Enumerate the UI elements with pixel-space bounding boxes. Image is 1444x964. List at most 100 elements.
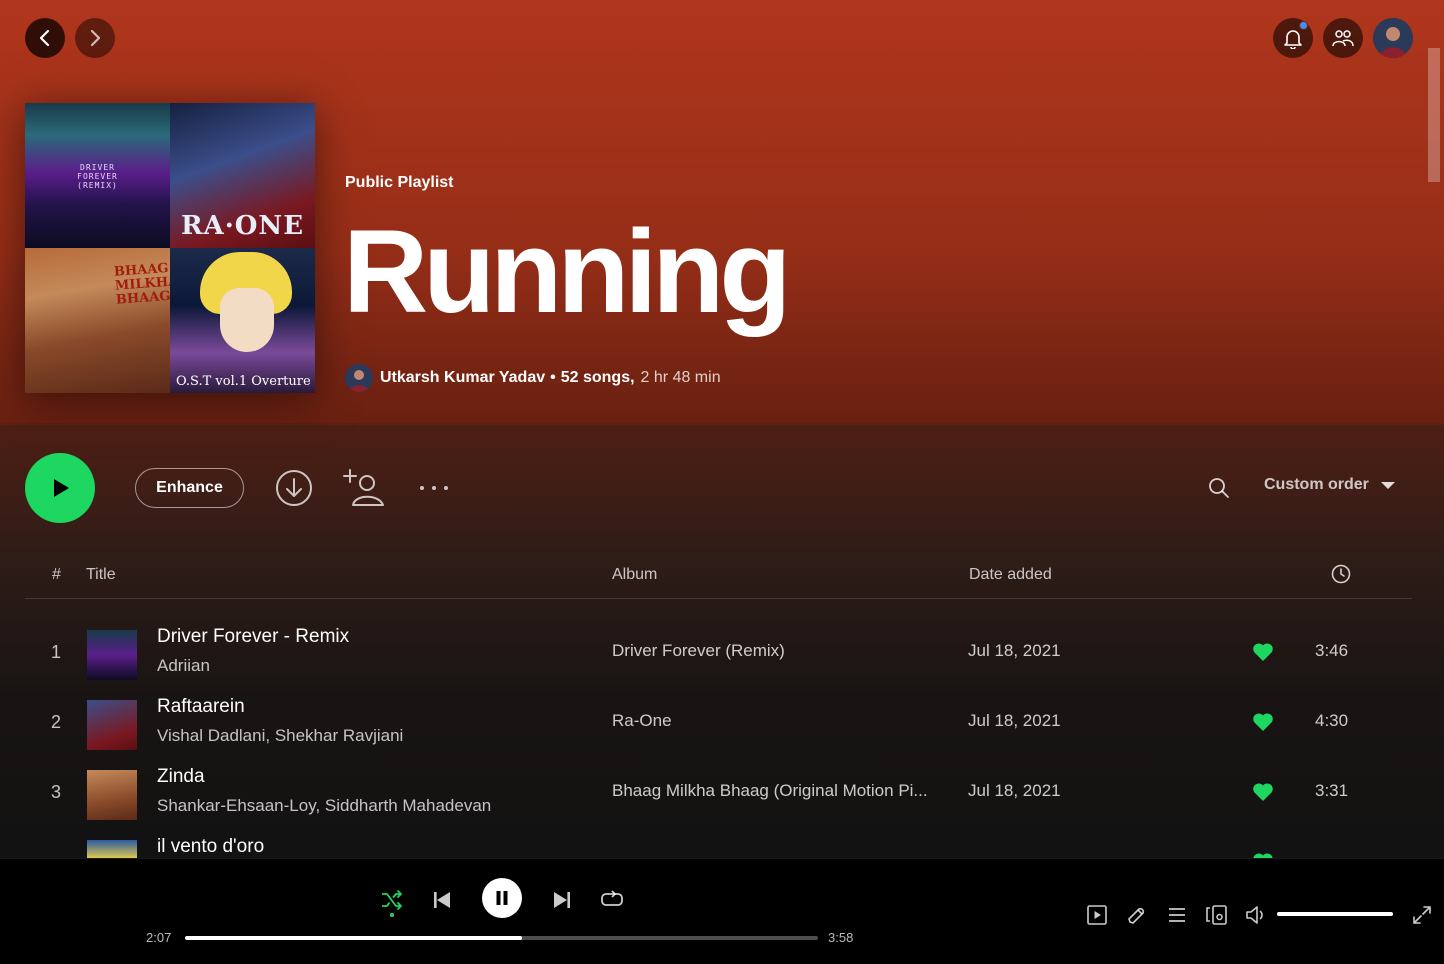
chevron-right-icon bbox=[90, 29, 101, 47]
song-count: 52 songs, bbox=[560, 369, 635, 386]
user-avatar-button[interactable] bbox=[1373, 18, 1413, 58]
page-title: Running bbox=[343, 206, 791, 338]
track-duration: 3:31 bbox=[1315, 781, 1349, 800]
caret-down-icon bbox=[1380, 481, 1395, 489]
download-icon bbox=[276, 470, 312, 506]
now-playing-view-icon bbox=[1087, 905, 1107, 925]
track-album[interactable]: Bhaag Milkha Bhaag (Original Motion Pi..… bbox=[612, 781, 947, 801]
column-header-album[interactable]: Album bbox=[612, 566, 657, 584]
shuffle-active-indicator bbox=[390, 913, 394, 917]
search-in-playlist-button[interactable] bbox=[1203, 472, 1235, 504]
cover-tile: BHAAG MILKHA BHAAG bbox=[25, 248, 170, 393]
shuffle-icon bbox=[382, 890, 402, 910]
owner-avatar[interactable] bbox=[345, 364, 373, 392]
avatar bbox=[1373, 18, 1413, 58]
pause-button[interactable] bbox=[482, 878, 522, 918]
scrollbar[interactable] bbox=[1428, 48, 1440, 182]
track-title[interactable]: Raftaarein bbox=[157, 696, 245, 718]
heart-icon[interactable] bbox=[1251, 710, 1275, 734]
track-thumbnail bbox=[87, 840, 137, 858]
fullscreen-icon bbox=[1413, 906, 1431, 924]
mute-button[interactable] bbox=[1243, 901, 1271, 929]
track-title[interactable]: il vento d'oro bbox=[157, 836, 264, 858]
sort-dropdown[interactable]: Custom order bbox=[1264, 476, 1395, 494]
previous-button[interactable] bbox=[428, 886, 456, 914]
volume-slider[interactable] bbox=[1277, 912, 1393, 916]
progress-fill bbox=[185, 936, 523, 940]
connect-device-button[interactable] bbox=[1203, 901, 1231, 929]
fullscreen-button[interactable] bbox=[1408, 901, 1436, 929]
back-button[interactable] bbox=[25, 18, 65, 58]
playlist-meta: Utkarsh Kumar Yadav • 52 songs, 2 hr 48 … bbox=[345, 364, 721, 392]
track-duration: 3:46 bbox=[1315, 641, 1349, 660]
track-number: 3 bbox=[50, 782, 61, 802]
cover-tile: O.S.T vol.1 Overture bbox=[170, 248, 315, 393]
track-table-header: # Title Album Date added bbox=[25, 562, 1412, 599]
play-button[interactable] bbox=[25, 453, 95, 523]
column-header-duration[interactable] bbox=[1331, 564, 1351, 589]
track-row[interactable]: il vento d'oro bbox=[25, 830, 1412, 858]
track-row[interactable]: 3 Zinda Shankar-Ehsaan-Loy, Siddharth Ma… bbox=[25, 760, 1412, 830]
next-icon bbox=[554, 892, 570, 908]
forward-button[interactable] bbox=[75, 18, 115, 58]
track-number: 1 bbox=[50, 642, 61, 662]
now-playing-view-button[interactable] bbox=[1083, 901, 1111, 929]
track-duration: 4:30 bbox=[1315, 711, 1349, 730]
progress-bar[interactable] bbox=[185, 936, 818, 940]
more-options-button[interactable] bbox=[414, 476, 454, 500]
add-user-icon bbox=[343, 469, 384, 506]
playlist-cover: DRIVER FOREVER (REMIX) RA·ONE BHAAG MILK… bbox=[25, 103, 315, 393]
heart-icon[interactable] bbox=[1251, 850, 1275, 858]
track-artist[interactable]: Vishal Dadlani, Shekhar Ravjiani bbox=[157, 726, 403, 746]
more-icon bbox=[420, 486, 448, 490]
track-title[interactable]: Driver Forever - Remix bbox=[157, 626, 349, 648]
invite-collaborators-button[interactable] bbox=[340, 466, 388, 508]
cover-tile: RA·ONE bbox=[170, 103, 315, 248]
track-date-added: Jul 18, 2021 bbox=[968, 711, 1061, 730]
column-header-number[interactable]: # bbox=[52, 566, 61, 584]
search-icon bbox=[1209, 478, 1229, 498]
track-date-added: Jul 18, 2021 bbox=[968, 781, 1061, 800]
bell-icon bbox=[1284, 30, 1302, 49]
heart-icon[interactable] bbox=[1251, 780, 1275, 804]
queue-button[interactable] bbox=[1163, 901, 1191, 929]
pause-icon bbox=[496, 891, 508, 905]
column-header-title[interactable]: Title bbox=[86, 566, 116, 584]
notifications-button[interactable] bbox=[1273, 18, 1313, 58]
friend-activity-button[interactable] bbox=[1323, 18, 1363, 58]
enhance-button[interactable]: Enhance bbox=[135, 468, 244, 508]
track-album[interactable]: Ra-One bbox=[612, 711, 947, 731]
playlist-duration: 2 hr 48 min bbox=[640, 369, 721, 386]
owner-link[interactable]: Utkarsh Kumar Yadav bbox=[380, 369, 545, 387]
track-number: 2 bbox=[50, 712, 61, 732]
repeat-button[interactable] bbox=[598, 886, 626, 914]
track-date-added: Jul 18, 2021 bbox=[968, 641, 1061, 660]
friends-icon bbox=[1332, 30, 1354, 47]
chevron-left-icon bbox=[39, 29, 50, 47]
current-time: 2:07 bbox=[146, 930, 172, 945]
track-thumbnail bbox=[87, 700, 137, 750]
player-bar: 2:07 3:58 bbox=[0, 858, 1444, 964]
track-artist[interactable]: Adriian bbox=[157, 656, 210, 676]
track-artist[interactable]: Shankar-Ehsaan-Loy, Siddharth Mahadevan bbox=[157, 796, 491, 816]
shuffle-button[interactable] bbox=[378, 886, 406, 914]
track-row[interactable]: 2 Raftaarein Vishal Dadlani, Shekhar Rav… bbox=[25, 690, 1412, 760]
next-button[interactable] bbox=[548, 886, 576, 914]
cover-tile-text: DRIVER FOREVER (REMIX) bbox=[77, 163, 118, 190]
lyrics-icon bbox=[1128, 907, 1145, 924]
meta-separator: • bbox=[550, 369, 556, 386]
queue-icon bbox=[1169, 908, 1185, 922]
download-button[interactable] bbox=[274, 468, 314, 508]
cover-tile-text: BHAAG MILKHA BHAAG bbox=[113, 260, 170, 308]
play-icon bbox=[54, 479, 69, 497]
track-title[interactable]: Zinda bbox=[157, 766, 205, 788]
cover-tile: DRIVER FOREVER (REMIX) bbox=[25, 103, 170, 248]
app-window: DRIVER FOREVER (REMIX) RA·ONE BHAAG MILK… bbox=[0, 0, 1444, 964]
track-album[interactable]: Driver Forever (Remix) bbox=[612, 641, 947, 661]
main-view: DRIVER FOREVER (REMIX) RA·ONE BHAAG MILK… bbox=[0, 0, 1444, 858]
heart-icon[interactable] bbox=[1251, 640, 1275, 664]
lyrics-button[interactable] bbox=[1123, 901, 1151, 929]
sort-label: Custom order bbox=[1264, 476, 1369, 493]
track-row[interactable]: 1 Driver Forever - Remix Adriian Driver … bbox=[25, 620, 1412, 690]
column-header-date-added[interactable]: Date added bbox=[969, 566, 1052, 584]
